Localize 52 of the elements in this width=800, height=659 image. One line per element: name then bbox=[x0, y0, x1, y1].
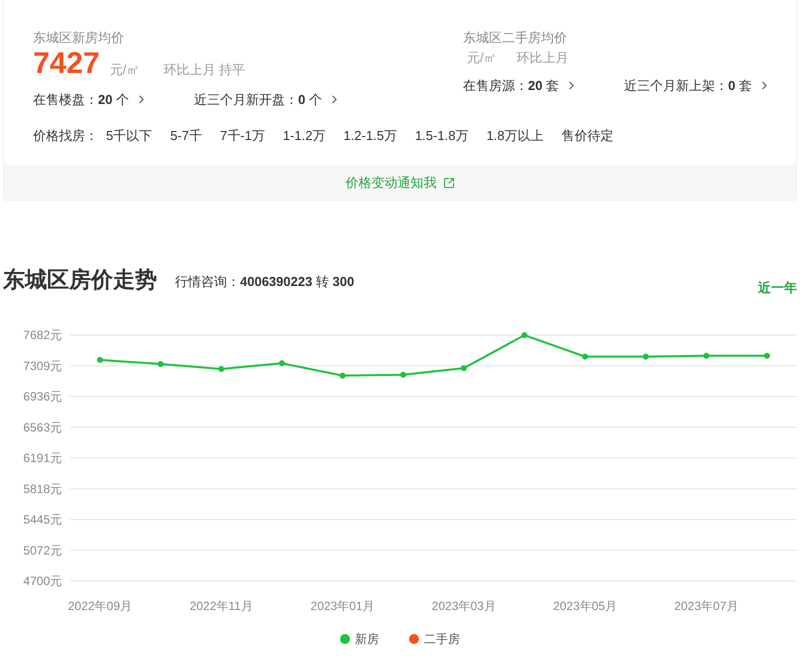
data-point bbox=[340, 372, 346, 379]
data-point bbox=[703, 352, 710, 359]
x-axis-label: 2023年05月 bbox=[553, 599, 618, 613]
y-axis-label: 5818元 bbox=[23, 482, 62, 496]
change-label: 环比上月 bbox=[516, 49, 569, 67]
average-price: 7427 bbox=[33, 48, 100, 80]
data-point bbox=[642, 354, 649, 360]
legend-label: 新房 bbox=[355, 631, 379, 648]
filter-label: 价格找房： bbox=[33, 126, 98, 144]
data-point bbox=[97, 356, 103, 363]
price-filter-link[interactable]: 售价待定 bbox=[562, 126, 614, 145]
count-link[interactable]: 在售房源：20 套 bbox=[463, 76, 578, 95]
external-link-icon bbox=[442, 176, 454, 188]
data-point bbox=[400, 372, 406, 378]
price-filter-link[interactable]: 7千-1万 bbox=[220, 126, 265, 145]
data-point bbox=[764, 352, 770, 359]
y-axis-label: 6563元 bbox=[23, 420, 62, 434]
count-link[interactable]: 在售楼盘：20 个 bbox=[33, 90, 148, 110]
x-axis-label: 2023年01月 bbox=[310, 599, 375, 613]
y-axis-label: 6191元 bbox=[23, 451, 62, 465]
y-axis-label: 6936元 bbox=[23, 390, 62, 404]
section-title: 东城区二手房均价 bbox=[463, 30, 568, 46]
count-link[interactable]: 近三个月新上架：0 套 bbox=[624, 76, 771, 95]
y-axis-label: 4700元 bbox=[23, 574, 62, 588]
data-point bbox=[582, 354, 588, 360]
data-point bbox=[460, 365, 467, 372]
trend-title: 东城区房价走势 bbox=[3, 267, 157, 293]
price-unit: 元/㎡ bbox=[467, 49, 497, 67]
x-axis-label: 2023年03月 bbox=[432, 599, 496, 613]
price-filter-link[interactable]: 1.5-1.8万 bbox=[414, 126, 468, 145]
y-axis-label: 5072元 bbox=[23, 543, 62, 558]
data-point bbox=[158, 361, 164, 368]
price-filter-link[interactable]: 1-1.2万 bbox=[282, 126, 326, 145]
change-label: 环比上月 持平 bbox=[163, 60, 245, 78]
legend-label: 二手房 bbox=[424, 631, 460, 648]
data-point bbox=[278, 360, 285, 366]
data-point bbox=[218, 366, 224, 372]
section-title: 东城区新房均价 bbox=[33, 30, 125, 46]
hotline-text: 行情咨询：4006390223 转 300 bbox=[175, 272, 354, 290]
price-unit: 元/㎡ bbox=[110, 60, 140, 78]
y-axis-label: 7682元 bbox=[23, 328, 62, 342]
price-filter-link[interactable]: 5-7千 bbox=[170, 126, 202, 145]
x-axis-label: 2023年07月 bbox=[674, 599, 738, 613]
x-axis-label: 2022年11月 bbox=[190, 599, 253, 613]
data-point bbox=[521, 332, 528, 338]
y-axis-label: 7309元 bbox=[23, 358, 62, 373]
count-link[interactable]: 近三个月新开盘：0 个 bbox=[194, 90, 341, 110]
price-filter-link[interactable]: 5千以下 bbox=[106, 126, 152, 145]
x-axis-label: 2022年09月 bbox=[68, 599, 132, 613]
price-filter-link[interactable]: 1.8万以上 bbox=[486, 126, 544, 145]
price-filter-link[interactable]: 1.2-1.5万 bbox=[343, 126, 397, 145]
y-axis-label: 5445元 bbox=[23, 512, 62, 527]
